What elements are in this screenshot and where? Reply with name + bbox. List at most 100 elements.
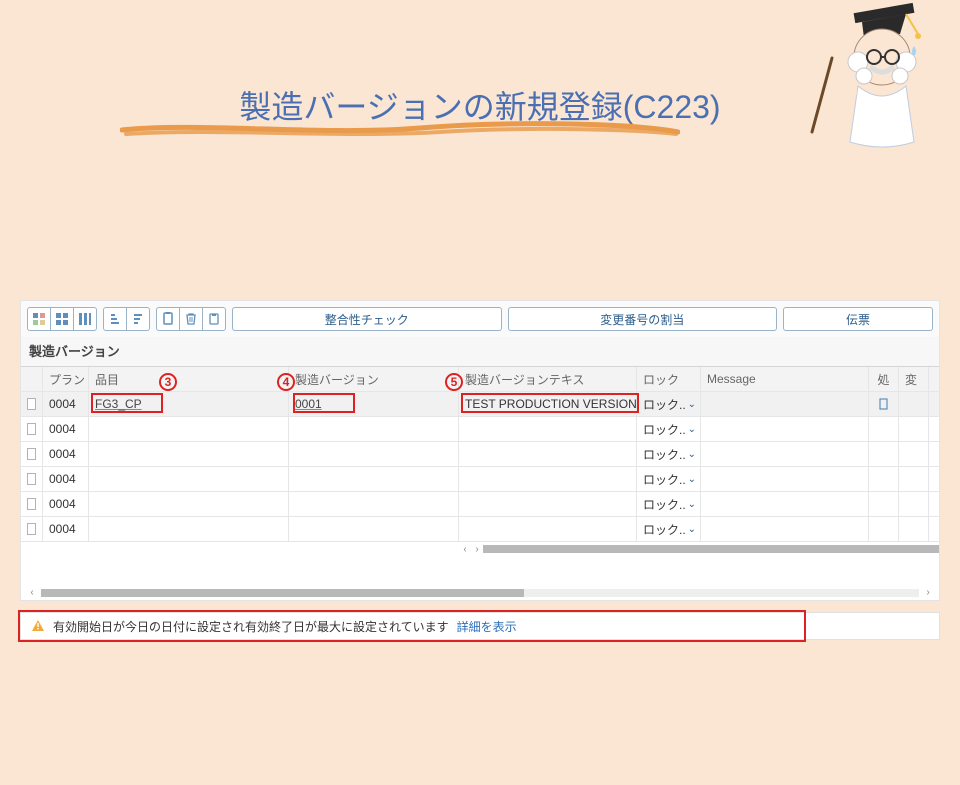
cell-version-text[interactable]: [459, 517, 637, 541]
cell-change: [899, 492, 929, 516]
cell-plant: 0004: [43, 417, 89, 441]
chevron-down-icon[interactable]: ⌄: [688, 449, 696, 460]
chevron-down-icon[interactable]: ⌄: [688, 499, 696, 510]
cell-item[interactable]: [89, 467, 289, 491]
table-row[interactable]: 0004 FG3_CP 0001 TEST PRODUCTION VERSION…: [21, 392, 939, 417]
table-row[interactable]: 0004 ロック..⌄: [21, 517, 939, 542]
cell-version[interactable]: [289, 442, 459, 466]
status-message-bar: 有効開始日が今日の日付に設定され有効終了日が最大に設定されています 詳細を表示: [20, 612, 940, 640]
cell-lock[interactable]: ロック..⌄: [637, 492, 701, 516]
chevron-down-icon[interactable]: ⌄: [688, 399, 696, 410]
chevron-down-icon[interactable]: ⌄: [688, 474, 696, 485]
table-row[interactable]: 0004 ロック..⌄: [21, 492, 939, 517]
cell-version[interactable]: [289, 467, 459, 491]
outer-hscroll[interactable]: ‹ ›: [21, 586, 939, 600]
row-checkbox[interactable]: [21, 442, 43, 466]
version-table: プラント 品目 製造バージョン 製造バージョンテキス ロック Message 処…: [21, 366, 939, 600]
cell-version-text[interactable]: [459, 417, 637, 441]
slip-button[interactable]: 伝票: [783, 307, 933, 331]
cell-proc: [869, 492, 899, 516]
cell-version-text[interactable]: TEST PRODUCTION VERSION: [459, 392, 637, 416]
professor-mascot: [802, 2, 942, 172]
view-grid-icon[interactable]: [50, 307, 74, 331]
table-row[interactable]: 0004 ロック..⌄: [21, 442, 939, 467]
cell-version[interactable]: 0001: [289, 392, 459, 416]
cell-version[interactable]: [289, 492, 459, 516]
toolbar: 整合性チェック 変更番号の割当 伝票: [21, 301, 939, 337]
scroll-right-icon[interactable]: ›: [471, 544, 483, 555]
col-version-text: 製造バージョンテキス: [459, 367, 637, 391]
panel-title: 製造バージョン: [21, 337, 939, 366]
consistency-check-button[interactable]: 整合性チェック: [232, 307, 502, 331]
cell-item[interactable]: [89, 417, 289, 441]
lock-value: ロック..: [643, 421, 686, 438]
cell-lock[interactable]: ロック..⌄: [637, 417, 701, 441]
row-checkbox[interactable]: [21, 392, 43, 416]
row-checkbox[interactable]: [21, 492, 43, 516]
row-checkbox[interactable]: [21, 517, 43, 541]
scroll-right-icon[interactable]: ›: [923, 588, 933, 598]
cell-version-text[interactable]: [459, 442, 637, 466]
cell-change: [899, 467, 929, 491]
inner-hscroll[interactable]: ‹ ›: [21, 542, 939, 556]
change-number-assign-button[interactable]: 変更番号の割当: [508, 307, 778, 331]
view-detail-icon[interactable]: [27, 307, 51, 331]
cell-change: [899, 517, 929, 541]
cell-plant: 0004: [43, 517, 89, 541]
cell-item[interactable]: FG3_CP: [89, 392, 289, 416]
version-link[interactable]: 0001: [295, 397, 322, 411]
col-change: 変: [899, 367, 929, 391]
delete-icon[interactable]: [179, 307, 203, 331]
cell-message: [701, 442, 869, 466]
item-link[interactable]: FG3_CP: [95, 397, 142, 411]
scroll-left-icon[interactable]: ‹: [27, 588, 37, 598]
cell-message: [701, 417, 869, 441]
cell-item[interactable]: [89, 492, 289, 516]
cell-message: [701, 492, 869, 516]
cell-proc: [869, 517, 899, 541]
cell-version[interactable]: [289, 517, 459, 541]
cell-version-text[interactable]: [459, 492, 637, 516]
cell-lock[interactable]: ロック..⌄: [637, 467, 701, 491]
cell-lock[interactable]: ロック..⌄: [637, 517, 701, 541]
row-checkbox[interactable]: [21, 417, 43, 441]
cell-item[interactable]: [89, 517, 289, 541]
sort-asc-icon[interactable]: [103, 307, 127, 331]
lock-value: ロック..: [643, 471, 686, 488]
cell-change: [899, 442, 929, 466]
cell-change: [899, 417, 929, 441]
cell-proc: [869, 442, 899, 466]
chevron-down-icon[interactable]: ⌄: [688, 524, 696, 535]
scroll-left-icon[interactable]: ‹: [459, 544, 471, 555]
cell-message: [701, 392, 869, 416]
cell-version[interactable]: [289, 417, 459, 441]
cell-lock[interactable]: ロック..⌄: [637, 392, 701, 416]
document-icon[interactable]: [878, 398, 890, 410]
chevron-down-icon[interactable]: ⌄: [688, 424, 696, 435]
table-row[interactable]: 0004 ロック..⌄: [21, 467, 939, 492]
lock-value: ロック..: [643, 446, 686, 463]
cell-plant: 0004: [43, 492, 89, 516]
table-header-row: プラント 品目 製造バージョン 製造バージョンテキス ロック Message 処…: [21, 367, 939, 392]
col-message: Message: [701, 367, 869, 391]
table-row[interactable]: 0004 ロック..⌄: [21, 417, 939, 442]
row-checkbox[interactable]: [21, 467, 43, 491]
view-columns-icon[interactable]: [73, 307, 97, 331]
cell-version-text[interactable]: [459, 467, 637, 491]
cell-proc[interactable]: [869, 392, 899, 416]
cell-plant: 0004: [43, 442, 89, 466]
warning-icon: [31, 619, 45, 633]
copy-icon[interactable]: [156, 307, 180, 331]
details-link[interactable]: 詳細を表示: [457, 618, 517, 635]
col-select: [21, 367, 43, 391]
lock-value: ロック..: [643, 396, 686, 413]
lock-value: ロック..: [643, 521, 686, 538]
cell-lock[interactable]: ロック..⌄: [637, 442, 701, 466]
cell-item[interactable]: [89, 442, 289, 466]
clipboard-group: [156, 307, 226, 331]
sort-desc-icon[interactable]: [126, 307, 150, 331]
page-title: 製造バージョンの新規登録(C223): [233, 82, 726, 134]
view-mode-group: [27, 307, 97, 331]
col-version: 製造バージョン: [289, 367, 459, 391]
paste-icon[interactable]: [202, 307, 226, 331]
